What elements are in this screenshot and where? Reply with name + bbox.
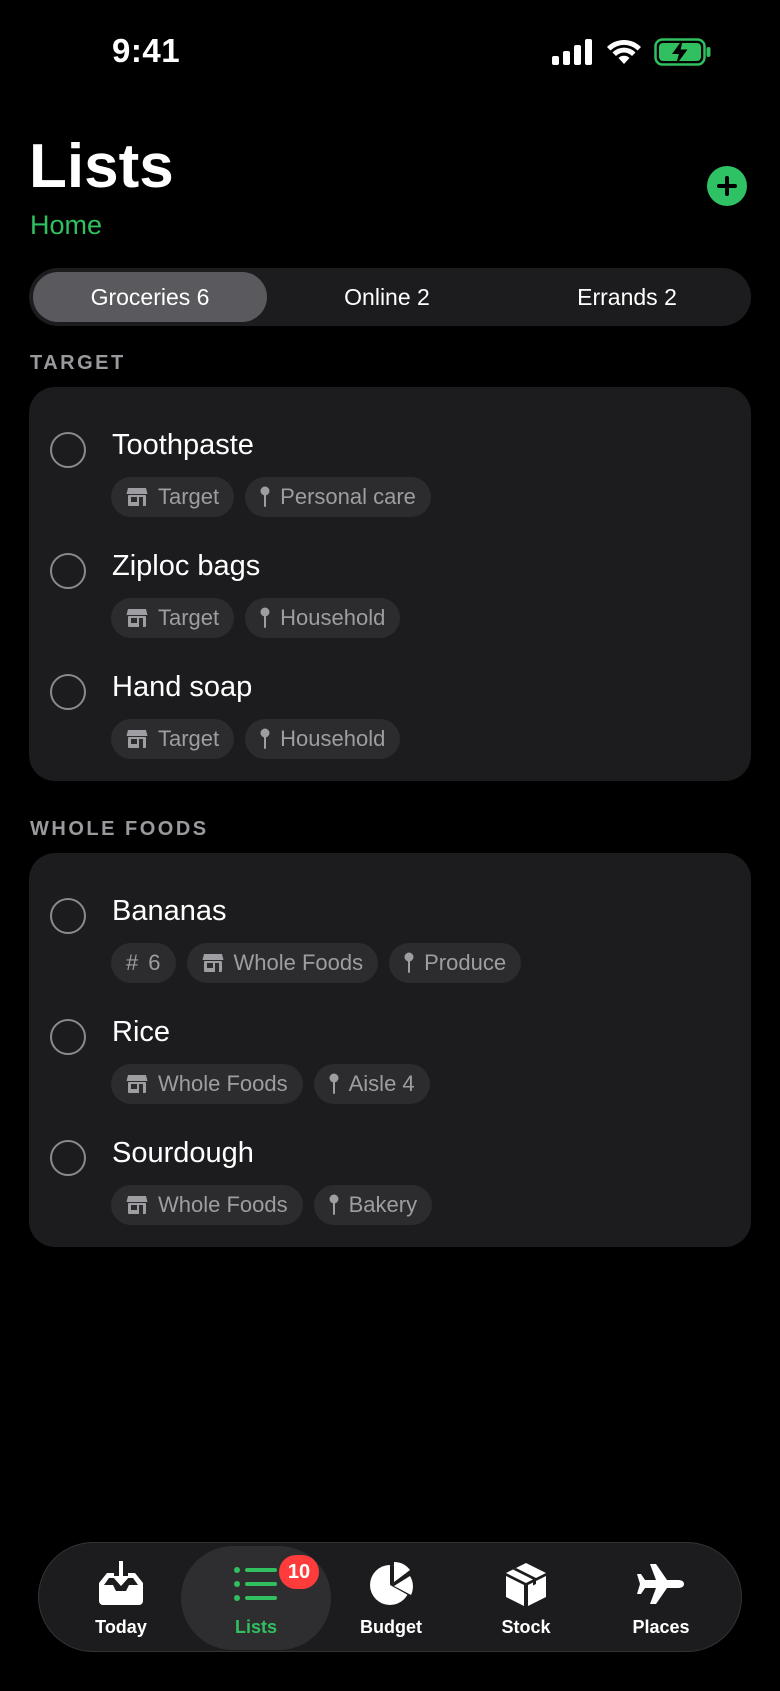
list-item[interactable]: Rice Whole Foods Aisle 4 — [29, 1004, 751, 1114]
quantity-tag: # 6 — [111, 943, 176, 983]
item-title: Ziploc bags — [112, 550, 261, 582]
item-checkbox[interactable] — [50, 898, 86, 934]
location-label: Household — [280, 605, 386, 630]
storefront-icon — [126, 1196, 148, 1214]
list-item[interactable]: Sourdough Whole Foods Bakery — [29, 1125, 751, 1235]
item-tags: # 6 Whole Foods Produce — [111, 943, 522, 983]
location-label: Bakery — [348, 1192, 418, 1217]
store-label: Target — [158, 726, 220, 751]
location-label: Household — [280, 726, 386, 751]
storefront-icon — [202, 954, 223, 972]
tab-today[interactable]: Today — [51, 1543, 191, 1653]
storefront-icon — [126, 730, 148, 748]
item-title: Bananas — [112, 895, 227, 927]
list-location-link[interactable]: Home — [30, 210, 102, 241]
item-checkbox[interactable] — [50, 674, 86, 710]
location-label: Aisle 4 — [348, 1071, 415, 1096]
segment-errands[interactable]: Errands 2 — [507, 272, 747, 322]
status-time: 9:41 — [112, 32, 181, 69]
pin-icon — [260, 486, 270, 507]
tab-budget[interactable]: Budget — [321, 1543, 461, 1653]
location-tag: Aisle 4 — [313, 1064, 430, 1104]
lists-screen: 9:41 Lists Home Groceries 6 Online 2 Err… — [0, 0, 780, 1691]
list-segmented-control: Groceries 6 Online 2 Errands 2 — [29, 268, 751, 326]
storefront-icon — [126, 609, 148, 627]
list-icon — [233, 1561, 279, 1607]
item-title: Rice — [112, 1016, 171, 1048]
location-tag: Household — [245, 598, 401, 638]
item-tags: Target Personal care — [111, 477, 431, 517]
item-tags: Target Household — [111, 719, 401, 759]
wifi-icon — [606, 39, 642, 65]
pie-chart-icon — [368, 1561, 414, 1607]
location-tag: Produce — [389, 943, 522, 983]
store-tag: Target — [111, 477, 235, 517]
section-header-target: TARGET — [30, 352, 126, 374]
pin-icon — [404, 952, 414, 973]
item-checkbox[interactable] — [50, 1019, 86, 1055]
list-item[interactable]: Bananas # 6 Whole Foods Produce — [29, 883, 751, 993]
tab-label: Stock — [501, 1617, 551, 1637]
section-card-whole-foods: Bananas # 6 Whole Foods Produce Rice Who… — [29, 853, 751, 1247]
status-bar: 9:41 — [0, 0, 780, 100]
plus-icon — [717, 176, 737, 196]
section-header-whole-foods: WHOLE FOODS — [30, 818, 209, 840]
add-item-button[interactable] — [707, 166, 747, 206]
item-title: Toothpaste — [112, 429, 254, 461]
store-tag: Whole Foods — [186, 943, 379, 983]
store-label: Whole Foods — [158, 1192, 288, 1217]
item-checkbox[interactable] — [50, 432, 86, 468]
item-tags: Whole Foods Aisle 4 — [111, 1064, 430, 1104]
location-tag: Household — [245, 719, 401, 759]
tab-label: Lists — [234, 1617, 277, 1637]
hash-icon: # — [126, 950, 139, 975]
status-icons — [552, 38, 712, 66]
item-tags: Whole Foods Bakery — [111, 1185, 433, 1225]
item-checkbox[interactable] — [50, 553, 86, 589]
tab-places[interactable]: Places — [591, 1543, 731, 1653]
section-card-target: Toothpaste Target Personal care Ziploc b… — [29, 387, 751, 781]
tab-lists[interactable]: 10 Lists — [181, 1546, 331, 1650]
box-icon — [504, 1561, 548, 1607]
storefront-icon — [126, 488, 148, 506]
store-label: Whole Foods — [233, 950, 364, 975]
quantity-label: 6 — [148, 950, 161, 975]
tab-stock[interactable]: Stock — [456, 1543, 596, 1653]
location-tag: Personal care — [245, 477, 431, 517]
pin-icon — [260, 607, 270, 628]
store-label: Target — [158, 484, 220, 509]
inbox-tray-icon — [95, 1561, 147, 1607]
storefront-icon — [126, 1075, 148, 1093]
tab-label: Budget — [360, 1617, 422, 1637]
pin-icon — [260, 728, 270, 749]
tab-bar: Today 10 Lists Budget Stock Places — [38, 1542, 742, 1652]
store-tag: Target — [111, 598, 235, 638]
item-checkbox[interactable] — [50, 1140, 86, 1176]
store-tag: Whole Foods — [111, 1185, 303, 1225]
pin-icon — [329, 1194, 339, 1215]
battery-charging-icon — [654, 38, 712, 66]
tab-label: Places — [632, 1617, 690, 1637]
store-tag: Whole Foods — [111, 1064, 303, 1104]
tab-label: Today — [95, 1617, 147, 1637]
pin-icon — [329, 1073, 339, 1094]
location-label: Produce — [424, 950, 507, 975]
store-label: Whole Foods — [158, 1071, 288, 1096]
item-tags: Target Household — [111, 598, 401, 638]
item-title: Hand soap — [112, 671, 253, 703]
airplane-icon — [636, 1561, 686, 1607]
segment-groceries[interactable]: Groceries 6 — [33, 272, 267, 322]
lists-count-badge: 10 — [279, 1555, 319, 1589]
list-item[interactable]: Hand soap Target Household — [29, 659, 751, 769]
page-title: Lists — [29, 132, 174, 201]
list-item[interactable]: Ziploc bags Target Household — [29, 538, 751, 648]
store-tag: Target — [111, 719, 235, 759]
list-item[interactable]: Toothpaste Target Personal care — [29, 417, 751, 527]
cellular-signal-icon — [552, 39, 594, 65]
store-label: Target — [158, 605, 220, 630]
segment-online[interactable]: Online 2 — [267, 272, 507, 322]
location-label: Personal care — [280, 484, 416, 509]
item-title: Sourdough — [112, 1137, 254, 1169]
location-tag: Bakery — [313, 1185, 433, 1225]
